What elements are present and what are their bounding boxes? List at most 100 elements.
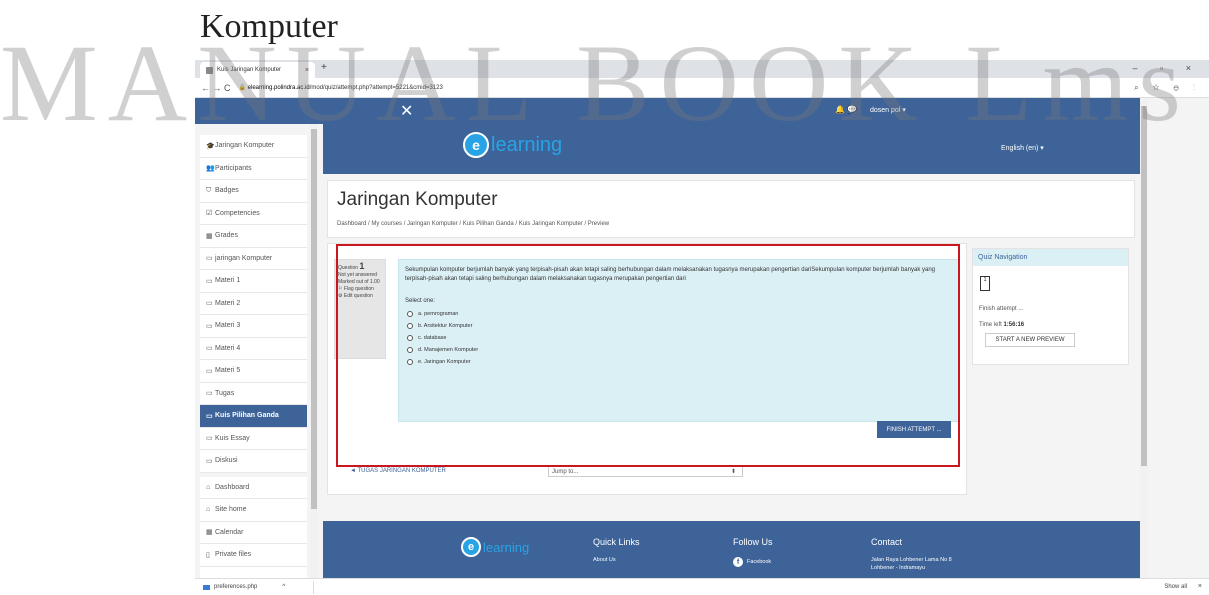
about-us-link[interactable]: About Us [593, 557, 640, 563]
sidebar-item-label: Grades [215, 232, 238, 240]
footer-logo-word: learning [483, 539, 530, 555]
screenshot-root: Komputer MANUAL BOOK Lms Kuis Jaringan K… [0, 0, 1209, 595]
logo-word: learning [491, 133, 563, 156]
sidebar-item-badges[interactable]: ⛉ Badges [200, 180, 307, 203]
sidebar-item-label: Jaringan Komputer [215, 142, 275, 150]
close-download-bar-icon[interactable]: × [1198, 583, 1202, 590]
sidebar-item-kuis-essay[interactable]: ▭ Kuis Essay [200, 428, 307, 450]
sidebar-item-private-files[interactable]: ▯ Private files [200, 544, 307, 567]
sidebar-item-icon: ▭ [206, 457, 213, 465]
sidebar-item-icon: ▭ [206, 255, 213, 263]
quiz-navigation-block: Quiz Navigation 1 Finish attempt ... Tim… [972, 248, 1129, 365]
download-bar: preferences.php ^ Show all × [195, 578, 1209, 595]
question-nav-button[interactable]: 1 [980, 276, 990, 291]
sidebar-item-label: Site home [215, 506, 247, 514]
sidebar-item-icon: ▭ [206, 435, 213, 443]
previous-activity-link[interactable]: ◄ TUGAS JARINGAN KOMPUTER [350, 468, 446, 474]
user-menu[interactable]: dosen pol ▾ [870, 106, 906, 114]
elearning-logo-icon: e [463, 132, 489, 158]
sidebar-item-calendar[interactable]: ▦ Calendar [200, 522, 307, 544]
sidebar-item-competencies[interactable]: ☑ Competencies [200, 203, 307, 225]
new-tab-button[interactable]: + [321, 62, 327, 73]
notification-message-icons[interactable]: 🔔 💬 [835, 105, 857, 114]
sidebar-item-icon: 👥 [206, 165, 215, 173]
sidebar-item-tugas[interactable]: ▭ Tugas [200, 383, 307, 405]
sidebar-item-label: jaringan Komputer [215, 254, 273, 262]
browser-nav-icons[interactable]: ← → C [201, 83, 231, 93]
quiz-navigation-title: Quiz Navigation [973, 249, 1128, 266]
site-header: e learning English (en) ▾ [323, 124, 1140, 174]
drawer-scrollbar-thumb[interactable] [311, 129, 317, 509]
sidebar-item-dashboard[interactable]: ⌂ Dashboard [200, 477, 307, 499]
address-bar-icons[interactable]: ⌕ ☆ ⊖ ⋮ [1134, 83, 1201, 93]
jump-to-label: Jump to... [552, 468, 579, 475]
sidebar-item-icon: ▭ [206, 345, 213, 353]
sidebar-item-label: Materi 5 [215, 367, 241, 375]
page-title: Jaringan Komputer [337, 189, 498, 210]
url-host: elearning.polindra.ac.id [247, 85, 310, 91]
breadcrumb[interactable]: Dashboard / My courses / Jaringan Komput… [337, 221, 609, 227]
browser-tab[interactable]: Kuis Jaringan Komputer × [200, 62, 315, 78]
sidebar-item-site-home[interactable]: ⌂ Site home [200, 499, 307, 522]
sidebar-item-label: Tugas [215, 389, 235, 397]
sidebar-item-label: Kuis Essay [215, 434, 250, 442]
sidebar-item-icon: ▦ [206, 529, 213, 537]
sidebar-item-materi-3[interactable]: ▭ Materi 3 [200, 315, 307, 338]
download-item[interactable]: preferences.php ^ [203, 584, 285, 590]
sidebar-item-grades[interactable]: ▦ Grades [200, 225, 307, 248]
sidebar-item-label: Materi 2 [215, 299, 241, 307]
sidebar-item-label: Badges [215, 187, 239, 195]
highlight-box [336, 244, 960, 467]
start-new-preview-button[interactable]: START A NEW PREVIEW [985, 333, 1075, 347]
sidebar-item-participants[interactable]: 👥 Participants [200, 158, 307, 180]
show-all-button[interactable]: Show all [1164, 584, 1187, 590]
nav-drawer: 🎓 Jaringan Komputer 👥 Participants ⛉ Badges ☑ C… [200, 135, 307, 578]
facebook-label: Facebook [747, 559, 772, 565]
sidebar-item-icon: ⌂ [206, 483, 211, 491]
site-logo[interactable]: e learning [463, 132, 562, 158]
sidebar-item-label: Dashboard [215, 483, 250, 491]
drawer-scrollbar[interactable] [310, 124, 318, 578]
sidebar-item-icon: ▦ [206, 232, 213, 240]
footer-elearning-logo-icon: e [461, 537, 481, 557]
sidebar-item-icon: ▯ [206, 551, 210, 559]
contact-title: Contact [871, 537, 903, 547]
url-field[interactable]: 🔒 elearning.polindra.ac.id/mod/quiz/atte… [239, 84, 443, 91]
close-drawer-icon[interactable]: ✕ [400, 101, 413, 121]
watermark-top-text: Komputer [200, 8, 338, 45]
sidebar-item-diskusi[interactable]: ▭ Diskusi [200, 450, 307, 473]
sidebar-item-label: Materi 3 [215, 322, 241, 330]
footer-contact: Contact Jalan Raya Lohbener Lama No 8 Lo… [871, 537, 952, 571]
sidebar-item-label: Competencies [215, 209, 260, 217]
sidebar-item-materi-1[interactable]: ▭ Materi 1 [200, 270, 307, 293]
sidebar-item-jaringan-komputer[interactable]: ▭ jaringan Komputer [200, 248, 307, 270]
file-icon [203, 584, 210, 590]
site-footer: e learning Quick Links About Us Follow U… [323, 521, 1140, 578]
sidebar-item-materi-2[interactable]: ▭ Materi 2 [200, 293, 307, 315]
sidebar-item-icon: ⌂ [206, 506, 211, 514]
sidebar-item-icon: ▭ [206, 277, 213, 285]
footer-logo: e learning [461, 537, 529, 557]
select-caret-icon: ⬍ [730, 469, 736, 475]
sidebar-item-kuis-pilihan-ganda[interactable]: ▭ Kuis Pilihan Ganda [200, 405, 307, 428]
language-menu[interactable]: English (en) ▾ [1001, 144, 1044, 152]
download-divider [313, 581, 314, 594]
finish-attempt-link[interactable]: Finish attempt ... [979, 306, 1023, 312]
sidebar-item-materi-5[interactable]: ▭ Materi 5 [200, 360, 307, 383]
page-scrollbar[interactable] [1140, 98, 1148, 578]
sidebar-item-materi-4[interactable]: ▭ Materi 4 [200, 338, 307, 360]
window-controls[interactable]: – ▫ × [1133, 63, 1201, 73]
facebook-link[interactable]: f Facebook [733, 557, 771, 567]
sidebar-item-jaringan-komputer[interactable]: 🎓 Jaringan Komputer [200, 135, 307, 158]
chevron-up-icon[interactable]: ^ [282, 584, 285, 590]
sidebar-item-label: Materi 4 [215, 344, 241, 352]
sidebar-item-icon: ☑ [206, 210, 213, 218]
page-scrollbar-thumb[interactable] [1141, 106, 1147, 466]
tab-favicon-icon [206, 66, 213, 74]
sidebar-item-label: Kuis Pilihan Ganda [215, 412, 279, 420]
jump-to-select[interactable]: Jump to... ⬍ [548, 466, 743, 477]
time-left-label: Time left [979, 322, 1002, 328]
tab-close-icon[interactable]: × [305, 67, 309, 74]
sidebar-item-label: Private files [215, 551, 252, 559]
browser-tabbar: Kuis Jaringan Komputer × + – ▫ × [195, 60, 1209, 78]
